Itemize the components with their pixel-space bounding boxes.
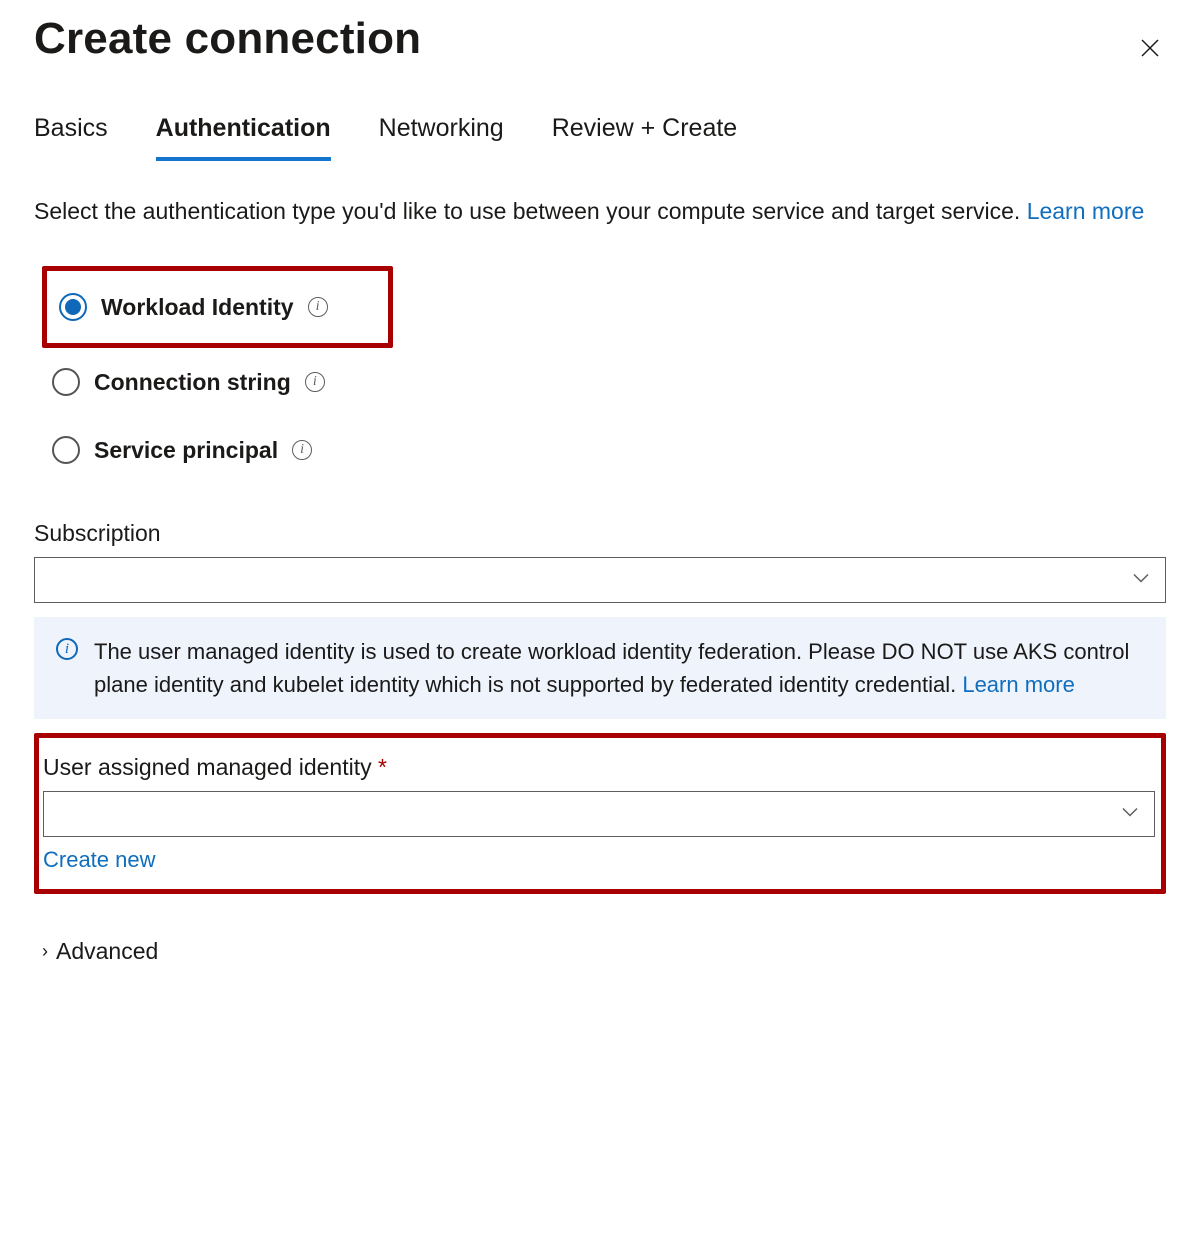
auth-type-radio-group: Workload Identity i Connection string i …	[42, 266, 1166, 484]
blade-header: Create connection	[34, 0, 1166, 104]
close-button[interactable]	[1128, 26, 1172, 73]
advanced-toggle[interactable]: › Advanced	[42, 938, 1166, 965]
info-icon[interactable]: i	[305, 372, 325, 392]
create-connection-blade: Create connection Basics Authentication …	[0, 0, 1200, 1005]
uami-dropdown[interactable]	[43, 791, 1155, 837]
tab-authentication[interactable]: Authentication	[156, 104, 331, 161]
uami-label: User assigned managed identity *	[43, 754, 1155, 781]
highlight-workload-identity: Workload Identity i	[42, 266, 393, 348]
page-title: Create connection	[34, 14, 421, 64]
radio-unselected-icon	[52, 368, 80, 396]
chevron-down-icon	[1129, 566, 1153, 595]
subscription-dropdown[interactable]	[34, 557, 1166, 603]
radio-label-service-principal: Service principal	[94, 437, 278, 464]
tab-basics[interactable]: Basics	[34, 104, 108, 161]
radio-unselected-icon	[52, 436, 80, 464]
radio-label-connection-string: Connection string	[94, 369, 291, 396]
required-indicator: *	[378, 754, 387, 780]
radio-row-connection-string[interactable]: Connection string i	[42, 348, 1166, 416]
learn-more-link[interactable]: Learn more	[1027, 198, 1145, 224]
learn-more-link[interactable]: Learn more	[962, 672, 1075, 697]
radio-selected-icon	[59, 293, 87, 321]
close-icon	[1138, 48, 1162, 63]
tab-review-create[interactable]: Review + Create	[552, 104, 738, 161]
infobox-managed-identity: i The user managed identity is used to c…	[34, 617, 1166, 719]
radio-row-service-principal[interactable]: Service principal i	[42, 416, 1166, 484]
wizard-tabs: Basics Authentication Networking Review …	[34, 104, 1166, 161]
chevron-down-icon	[1118, 800, 1142, 829]
highlight-user-assigned-identity: User assigned managed identity * Create …	[34, 733, 1166, 894]
subscription-field: Subscription	[34, 520, 1166, 603]
intro-text: Select the authentication type you'd lik…	[34, 195, 1166, 228]
advanced-label: Advanced	[56, 938, 158, 965]
radio-label-workload-identity: Workload Identity	[101, 294, 294, 321]
info-icon[interactable]: i	[292, 440, 312, 460]
chevron-right-icon: ›	[42, 941, 48, 962]
info-icon: i	[56, 638, 78, 660]
radio-row-workload-identity[interactable]: Workload Identity i	[49, 271, 328, 343]
tab-networking[interactable]: Networking	[379, 104, 504, 161]
subscription-label: Subscription	[34, 520, 1166, 547]
create-new-link[interactable]: Create new	[43, 847, 1155, 873]
info-icon[interactable]: i	[308, 297, 328, 317]
infobox-text: The user managed identity is used to cre…	[94, 635, 1144, 701]
